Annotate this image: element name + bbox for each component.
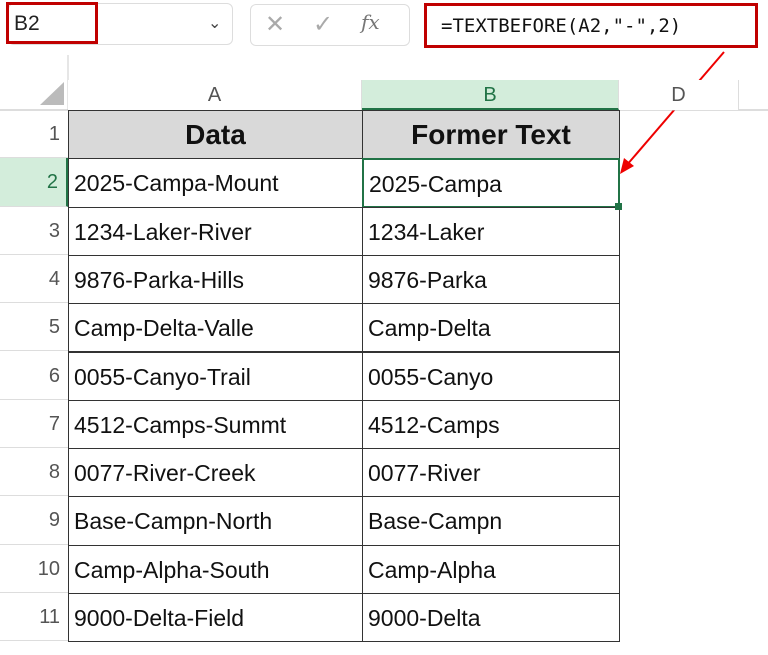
data-cell[interactable]: 4512-Camps-Summt <box>68 399 363 450</box>
row-header[interactable]: 6 <box>0 352 68 400</box>
result-cell[interactable]: Base-Campn <box>362 496 620 546</box>
row-header[interactable]: 3 <box>0 207 68 255</box>
header-cell-data[interactable]: Data <box>68 110 363 160</box>
data-cell[interactable]: 9876-Parka-Hills <box>68 254 363 305</box>
column-header-d[interactable]: D <box>619 80 739 110</box>
row-header[interactable]: 11 <box>0 593 68 642</box>
data-cell[interactable]: 1234-Laker-River <box>68 206 363 256</box>
result-cell[interactable]: 4512-Camps <box>362 399 620 450</box>
row-header[interactable]: 9 <box>0 496 68 545</box>
result-cell[interactable]: 0055-Canyo <box>362 351 620 401</box>
result-cell[interactable]: 9000-Delta <box>362 593 620 643</box>
result-cell[interactable]: Camp-Alpha <box>362 544 620 594</box>
result-cell[interactable]: Camp-Delta <box>362 303 620 353</box>
result-cell[interactable]: 2025-Campa <box>362 158 620 208</box>
data-cell[interactable]: Base-Campn-North <box>68 496 363 546</box>
result-cell[interactable]: 1234-Laker <box>362 206 620 256</box>
data-cell[interactable]: 2025-Campa-Mount <box>68 158 363 208</box>
data-cell[interactable]: 0077-River-Creek <box>68 448 363 498</box>
data-cell[interactable]: Camp-Delta-Valle <box>68 303 363 353</box>
row-header[interactable]: 2 <box>0 158 68 207</box>
column-header-a[interactable]: A <box>68 80 362 110</box>
row-header[interactable]: 5 <box>0 303 68 352</box>
row-header[interactable]: 8 <box>0 448 68 497</box>
header-cell-former-text[interactable]: Former Text <box>362 110 620 160</box>
column-header-b[interactable]: B <box>362 80 619 110</box>
row-header[interactable]: 1 <box>0 110 68 159</box>
row-header[interactable]: 4 <box>0 255 68 304</box>
data-cell[interactable]: 0055-Canyo-Trail <box>68 351 363 401</box>
fill-handle[interactable] <box>615 202 622 210</box>
data-cell[interactable]: Camp-Alpha-South <box>68 544 363 594</box>
row-header[interactable]: 7 <box>0 400 68 449</box>
row-header[interactable]: 10 <box>0 545 68 593</box>
result-cell[interactable]: 0077-River <box>362 448 620 498</box>
select-all-icon <box>40 82 64 105</box>
data-cell[interactable]: 9000-Delta-Field <box>68 593 363 643</box>
result-cell[interactable]: 9876-Parka <box>362 254 620 305</box>
